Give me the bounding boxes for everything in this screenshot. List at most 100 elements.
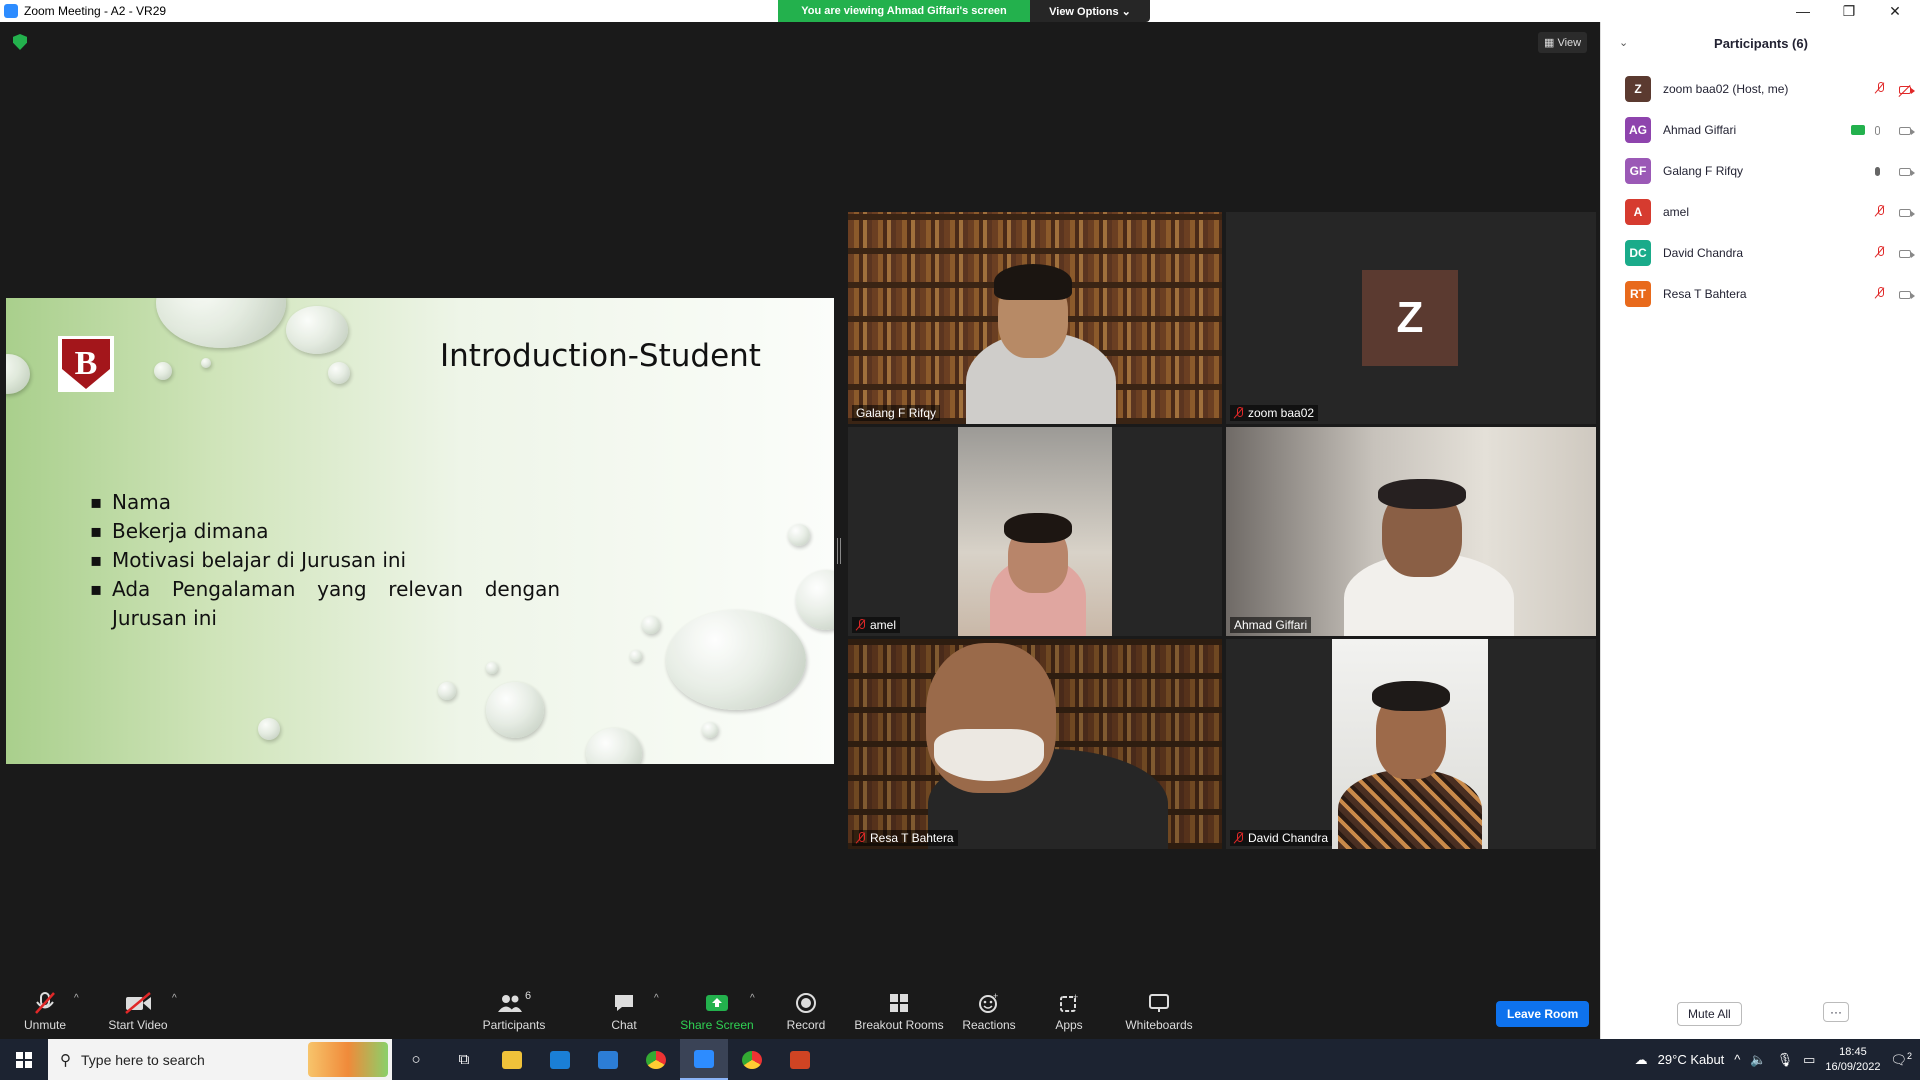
svg-text:+: + <box>993 992 998 1001</box>
video-tile-galang[interactable]: Galang F Rifqy <box>848 212 1222 424</box>
svg-text:+: + <box>1073 992 1078 1002</box>
zoom-taskbar-icon[interactable] <box>680 1039 728 1080</box>
video-off-icon[interactable] <box>1899 81 1915 97</box>
taskbar-search-box[interactable]: ⚲ Type here to search <box>48 1039 392 1080</box>
cortana-icon[interactable]: ○ <box>392 1039 440 1080</box>
participant-row[interactable]: DC David Chandra <box>1625 238 1915 268</box>
minimize-icon[interactable]: — <box>1780 0 1826 22</box>
window-title: Zoom Meeting - A2 - VR29 <box>24 4 167 18</box>
water-drop <box>796 570 834 630</box>
video-icon[interactable] <box>1899 286 1915 302</box>
encryption-shield-icon[interactable] <box>13 34 27 50</box>
restore-icon[interactable]: ❐ <box>1826 0 1872 22</box>
slide-bullet: Bekerja dimana <box>90 517 560 546</box>
water-drop <box>328 362 350 384</box>
video-tile-amel[interactable]: amel <box>848 427 1222 636</box>
microsoft-store-icon[interactable] <box>536 1039 584 1080</box>
tile-name-label: David Chandra <box>1230 830 1333 846</box>
participant-name: amel <box>1663 205 1690 219</box>
chrome-icon[interactable] <box>728 1039 776 1080</box>
leave-room-button[interactable]: Leave Room <box>1496 1001 1590 1027</box>
network-icon[interactable]: ▭ <box>1803 1052 1815 1068</box>
avatar: AG <box>1625 117 1651 143</box>
split-resize-handle[interactable] <box>837 538 841 564</box>
video-icon[interactable] <box>1899 122 1915 138</box>
reactions-smiley-icon: + <box>979 992 998 1013</box>
face-mask <box>934 729 1044 781</box>
task-view-icon[interactable]: ⧉ <box>440 1039 488 1080</box>
screen-share-icon <box>1851 122 1867 138</box>
mic-muted-icon <box>856 832 866 844</box>
chrome-icon[interactable] <box>632 1039 680 1080</box>
water-drop <box>630 650 642 662</box>
mic-muted-icon <box>1234 832 1244 844</box>
whiteboards-button[interactable]: Whiteboards <box>1104 978 1214 1039</box>
participant-row[interactable]: A amel <box>1625 197 1915 227</box>
mic-icon[interactable] <box>1875 163 1891 179</box>
participant-name: David Chandra <box>1663 246 1744 260</box>
video-tile-ahmad[interactable]: Ahmad Giffari <box>1226 427 1596 636</box>
mic-icon[interactable] <box>1875 122 1891 138</box>
windows-logo-icon <box>16 1051 32 1068</box>
mute-all-button[interactable]: Mute All <box>1677 1002 1742 1026</box>
video-tile-resa[interactable]: Resa T Bahtera <box>848 639 1222 849</box>
video-tile-zoom-baa02[interactable]: Z zoom baa02 <box>1226 212 1596 424</box>
participant-row[interactable]: RT Resa T Bahtera <box>1625 279 1915 309</box>
more-options-button[interactable]: ··· <box>1823 1002 1849 1022</box>
notification-icon[interactable]: 🗨2 <box>1890 1051 1912 1068</box>
view-options-button[interactable]: View Options ⌄ <box>1030 0 1150 22</box>
water-drop <box>154 362 172 380</box>
university-logo: B <box>58 336 114 392</box>
video-tile-david[interactable]: David Chandra <box>1226 639 1596 849</box>
microphone-icon[interactable]: 🎙 <box>1777 1052 1794 1068</box>
system-tray: ☁ 29°C Kabut ^ 🔈 🎙 ▭ 18:45 16/09/2022 🗨2 <box>1635 1039 1920 1080</box>
slide-bullet: Ada Pengalaman yang relevan dengan Jurus… <box>90 575 560 633</box>
mail-icon[interactable] <box>584 1039 632 1080</box>
mic-muted-icon[interactable] <box>1875 286 1891 302</box>
unmute-button[interactable]: Unmute <box>0 978 90 1039</box>
tile-name-label: Resa T Bahtera <box>852 830 958 846</box>
slide-bullet-list: Nama Bekerja dimana Motivasi belajar di … <box>90 488 560 633</box>
video-icon[interactable] <box>1899 163 1915 179</box>
volume-icon[interactable]: 🔈 <box>1750 1052 1766 1068</box>
windows-start-button[interactable] <box>0 1039 48 1080</box>
mic-muted-icon <box>1234 407 1244 419</box>
slide-bullet: Nama <box>90 488 560 517</box>
participant-name: Resa T Bahtera <box>1663 287 1747 301</box>
chevron-up-icon[interactable]: ^ <box>1734 1052 1740 1067</box>
screen-share-banner: You are viewing Ahmad Giffari's screen V… <box>778 0 1150 22</box>
weather-text[interactable]: 29°C Kabut <box>1658 1052 1725 1067</box>
video-off-icon <box>125 992 151 1014</box>
audio-options-caret[interactable]: ^ <box>74 993 79 1004</box>
mic-muted-icon <box>35 992 55 1014</box>
powerpoint-icon[interactable] <box>776 1039 824 1080</box>
view-button[interactable]: ▦ View <box>1538 32 1588 53</box>
mic-muted-icon[interactable] <box>1875 81 1891 97</box>
water-drop <box>201 358 211 368</box>
file-explorer-icon[interactable] <box>488 1039 536 1080</box>
slide-bullet: Motivasi belajar di Jurusan ini <box>90 546 560 575</box>
start-video-button[interactable]: Start Video <box>86 978 190 1039</box>
participant-name: Galang F Rifqy <box>1663 164 1744 178</box>
water-drop <box>486 662 498 674</box>
water-drop <box>156 298 286 348</box>
chat-options-caret[interactable]: ^ <box>654 993 659 1004</box>
video-icon[interactable] <box>1899 245 1915 261</box>
water-drop <box>486 682 544 738</box>
mic-muted-icon[interactable] <box>1875 204 1891 220</box>
video-options-caret[interactable]: ^ <box>172 993 177 1004</box>
zoom-app-icon <box>4 4 18 18</box>
participant-row[interactable]: AG Ahmad Giffari <box>1625 115 1915 145</box>
participants-button[interactable]: 6 Participants <box>459 978 569 1039</box>
tile-name-label: zoom baa02 <box>1230 405 1319 421</box>
chat-bubble-icon <box>615 995 633 1011</box>
close-icon[interactable]: ✕ <box>1872 0 1918 22</box>
participant-row[interactable]: GF Galang F Rifqy <box>1625 156 1915 186</box>
weather-icon[interactable]: ☁ <box>1635 1052 1648 1068</box>
record-icon <box>796 993 816 1013</box>
video-icon[interactable] <box>1899 204 1915 220</box>
participant-row[interactable]: Z zoom baa02 (Host, me) <box>1625 74 1915 104</box>
clock[interactable]: 18:45 16/09/2022 <box>1825 1045 1880 1075</box>
avatar: GF <box>1625 158 1651 184</box>
mic-muted-icon[interactable] <box>1875 245 1891 261</box>
